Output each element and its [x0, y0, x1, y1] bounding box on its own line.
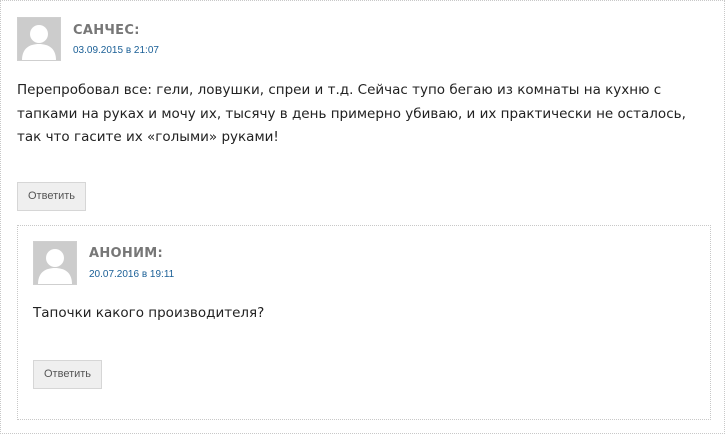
reply-button[interactable]: Ответить [17, 182, 87, 211]
reply-comment: АНОНИМ: 20.07.2016 в 19:11 Тапочки каког… [17, 225, 711, 420]
comment-date-link[interactable]: 20.07.2016 в 19:11 [89, 269, 174, 280]
comment-text: Перепробовал все: гели, ловушки, спреи и… [17, 82, 686, 145]
comment: САНЧЕС: 03.09.2015 в 21:07 Перепробовал … [0, 0, 725, 434]
avatar [17, 17, 61, 61]
comment-author: АНОНИМ: [89, 246, 163, 261]
avatar [33, 241, 77, 285]
default-avatar-icon [18, 18, 60, 60]
default-avatar-icon [34, 242, 76, 284]
comment-author: САНЧЕС: [73, 23, 140, 38]
reply-button[interactable]: Ответить [33, 360, 103, 389]
comment-text: Тапочки какого производителя? [33, 305, 265, 321]
comment-date-link[interactable]: 03.09.2015 в 21:07 [73, 45, 159, 56]
